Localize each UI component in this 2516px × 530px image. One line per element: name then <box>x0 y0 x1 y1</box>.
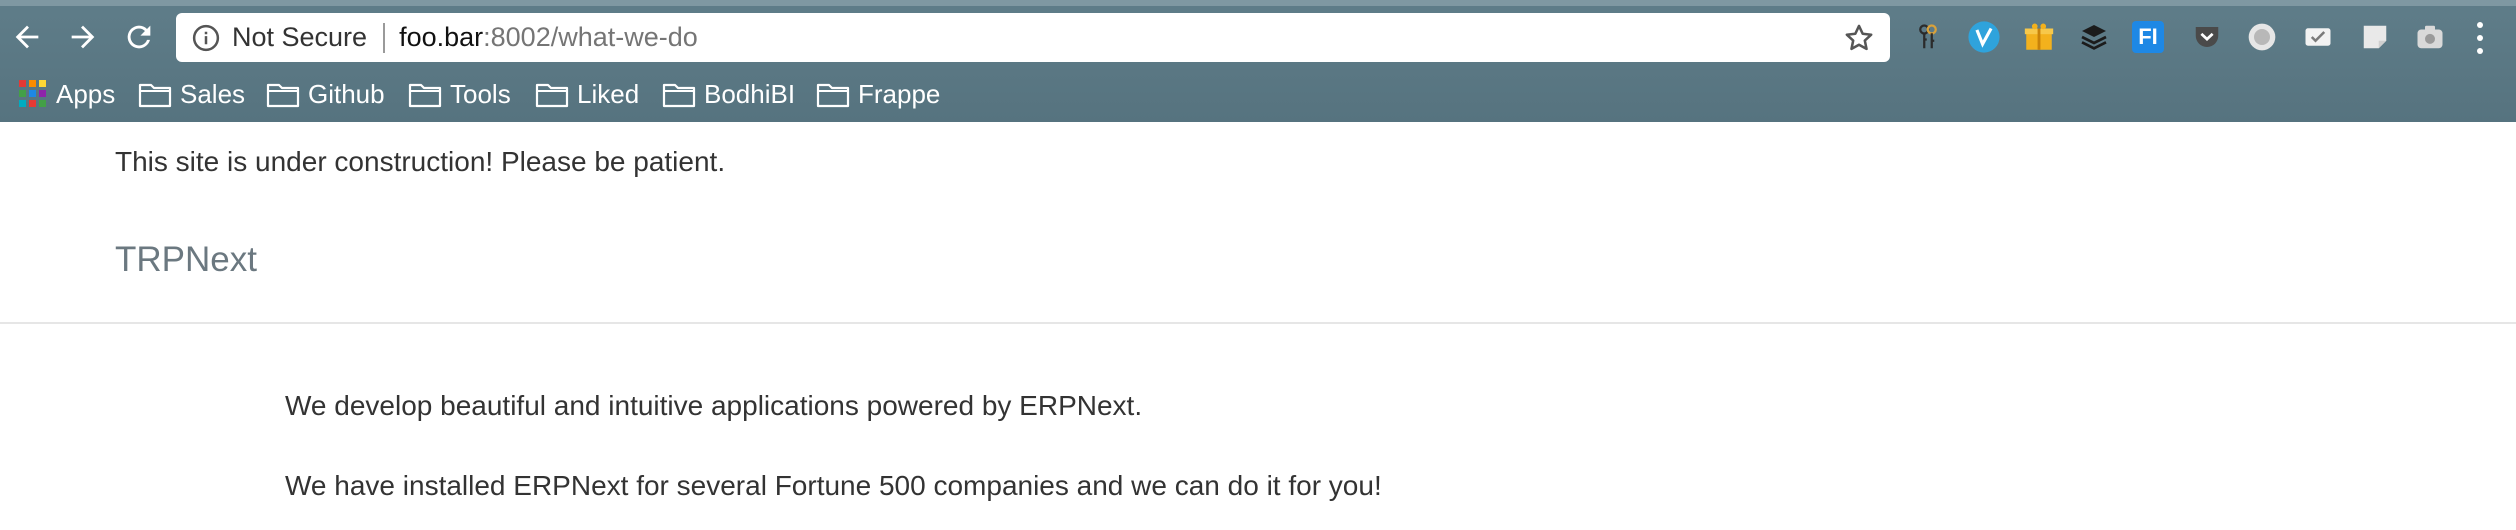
bookmark-label: BodhiBI <box>704 78 796 109</box>
pocket-extension-icon[interactable] <box>2189 19 2225 55</box>
navbar-divider <box>0 322 2516 324</box>
star-icon[interactable] <box>1842 21 1876 55</box>
construction-notice: This site is under construction! Please … <box>115 146 726 177</box>
folder-icon <box>138 83 172 108</box>
forward-button[interactable] <box>62 16 104 58</box>
bookmark-folder-liked[interactable]: Liked <box>535 74 639 114</box>
folder-icon <box>816 83 850 108</box>
reload-button[interactable] <box>118 16 160 58</box>
bookmark-label: Sales <box>180 78 246 109</box>
bookmark-folder-sales[interactable]: Sales <box>138 74 245 114</box>
fi-extension-label: FI <box>2138 24 2158 49</box>
inbox-extension-icon[interactable] <box>2300 19 2336 55</box>
gift-extension-icon[interactable] <box>2021 19 2057 55</box>
bookmark-folder-github[interactable]: Github <box>266 74 385 114</box>
folder-icon <box>662 83 696 108</box>
apps-label: Apps <box>56 78 116 109</box>
folder-icon <box>535 83 569 108</box>
vimium-extension-icon[interactable] <box>1966 19 2002 55</box>
fortune-paragraph: We have installed ERPNext for several Fo… <box>285 470 1382 501</box>
buffer-extension-icon[interactable] <box>2076 19 2112 55</box>
note-extension-icon[interactable] <box>2357 19 2393 55</box>
bookmark-label: Liked <box>577 78 640 109</box>
back-button[interactable] <box>6 16 48 58</box>
url-path[interactable]: :8002/what-we-do <box>483 22 698 53</box>
bookmark-folder-frappe[interactable]: Frappe <box>816 74 940 114</box>
address-bar[interactable]: Not Secure foo.bar:8002/what-we-do <box>176 13 1890 62</box>
bookmark-label: Tools <box>450 78 511 109</box>
bookmark-apps[interactable]: Apps <box>18 74 115 114</box>
security-label[interactable]: Not Secure <box>232 22 367 53</box>
intro-paragraph: We develop beautiful and intuitive appli… <box>285 390 1143 421</box>
chrome-top-edge <box>0 0 2516 6</box>
folder-icon <box>408 83 442 108</box>
key-extension-icon[interactable] <box>1910 19 1946 55</box>
apps-grid-icon <box>19 80 46 107</box>
fi-extension-icon[interactable]: FI <box>2132 21 2164 53</box>
bookmark-label: Frappe <box>858 78 941 109</box>
circle-extension-icon[interactable] <box>2244 19 2280 55</box>
more-vert-icon[interactable] <box>2470 18 2490 58</box>
folder-icon <box>266 83 300 108</box>
camera-extension-icon[interactable] <box>2412 19 2448 55</box>
brand-link[interactable]: TRPNext <box>115 240 257 280</box>
omnibox-separator <box>383 22 386 53</box>
info-icon[interactable] <box>190 22 222 54</box>
bookmark-folder-tools[interactable]: Tools <box>408 74 511 114</box>
url-host[interactable]: foo.bar <box>399 22 483 53</box>
bookmark-folder-bodhibi[interactable]: BodhiBI <box>662 74 795 114</box>
forward-arrow-icon <box>71 25 95 49</box>
reload-icon <box>127 25 151 49</box>
bookmark-label: Github <box>308 78 385 109</box>
browser-chrome: Not Secure foo.bar:8002/what-we-do FI A… <box>0 0 2516 122</box>
back-arrow-icon <box>15 25 39 49</box>
